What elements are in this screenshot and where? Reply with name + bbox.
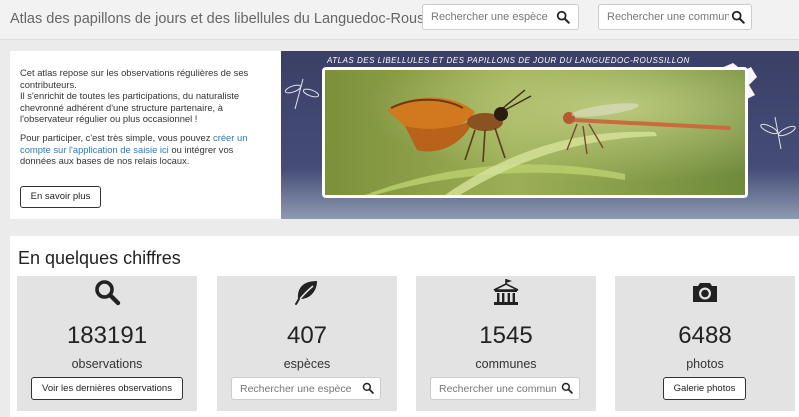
learn-more-button[interactable]: En savoir plus <box>20 186 101 208</box>
search-icon[interactable] <box>731 10 745 24</box>
communes-count: 1545 <box>479 322 533 349</box>
leaf-icon <box>295 281 317 305</box>
observations-count: 183191 <box>66 322 148 349</box>
photo-gallery-button[interactable]: Galerie photos <box>663 377 746 400</box>
participate-paragraph: Pour participer, c'est très simple, vous… <box>20 132 271 167</box>
intro-text-panel: Cet atlas repose sur les observations ré… <box>10 51 281 219</box>
card-commune-search-input[interactable] <box>431 378 556 399</box>
stat-card-communes: 1545 communes <box>416 276 596 411</box>
stats-section: En quelques chiffres 183191 observations… <box>10 236 799 417</box>
stats-title: En quelques chiffres <box>18 248 181 268</box>
search-icon[interactable] <box>362 382 374 394</box>
intro-line-1: Cet atlas repose sur les observations ré… <box>20 67 249 90</box>
participate-text-before: Pour participer, c'est très simple, vous… <box>20 131 214 143</box>
hero-banner: ATLAS DES LIBELLULES ET DES PAPILLONS DE… <box>281 51 799 219</box>
stat-card-photos: 6488 photos Galerie photos <box>615 276 795 411</box>
search-icon[interactable] <box>561 382 573 394</box>
header-commune-search[interactable] <box>598 4 752 30</box>
commune-search-input[interactable] <box>599 5 729 29</box>
intro-section: Cet atlas repose sur les observations ré… <box>10 51 799 219</box>
photos-label: photos <box>686 357 724 371</box>
town-hall-icon <box>493 279 519 305</box>
banner-caption: ATLAS DES LIBELLULES ET DES PAPILLONS DE… <box>327 56 690 65</box>
species-search-input[interactable] <box>423 5 553 29</box>
card-species-search-input[interactable] <box>232 378 357 399</box>
card-species-search[interactable] <box>231 377 381 400</box>
card-commune-search[interactable] <box>430 377 580 400</box>
species-count: 407 <box>286 322 328 349</box>
search-icon <box>95 280 121 306</box>
header-species-search[interactable] <box>422 4 579 30</box>
stat-card-species: 407 espèces <box>217 276 397 411</box>
intro-paragraph: Cet atlas repose sur les observations ré… <box>20 67 271 125</box>
site-title[interactable]: Atlas des papillons de jours et des libe… <box>10 11 457 27</box>
hero-photo <box>322 67 748 198</box>
intro-line-2: Il s'enrichit de toutes les participatio… <box>20 90 240 125</box>
latest-observations-button[interactable]: Voir les dernières observations <box>31 377 183 400</box>
photos-count: 6488 <box>678 322 732 349</box>
camera-icon <box>693 283 717 302</box>
stat-card-observations: 183191 observations Voir les dernières o… <box>17 276 197 411</box>
species-label: espèces <box>283 357 331 371</box>
butterfly-dragonfly-photo <box>325 70 745 195</box>
observations-label: observations <box>71 357 143 371</box>
header-bar: Atlas des papillons de jours et des libe… <box>0 0 799 40</box>
search-icon[interactable] <box>556 10 570 24</box>
communes-label: communes <box>475 357 537 371</box>
